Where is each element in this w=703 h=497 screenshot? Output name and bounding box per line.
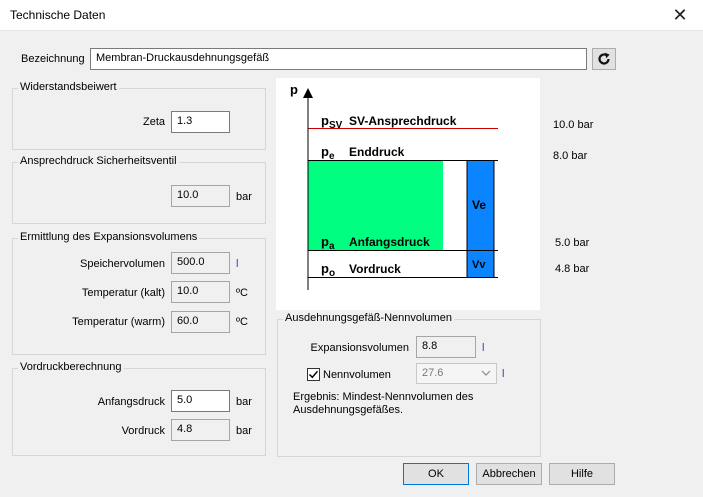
nominal-volume-group-title: Ausdehnungsgefäß-Nennvolumen xyxy=(283,312,454,324)
temp-warm-unit: ºC xyxy=(236,316,248,328)
axis-arrow xyxy=(303,88,313,98)
nominal-volume-group xyxy=(277,319,541,457)
temp-cold-unit: ºC xyxy=(236,287,248,299)
checkmark-icon xyxy=(308,370,319,379)
temp-cold-label: Temperatur (kalt) xyxy=(81,287,165,299)
nominal-volume-checkbox[interactable] xyxy=(307,368,320,381)
nominal-volume-select-value: 27.6 xyxy=(422,367,444,379)
temp-warm-label: Temperatur (warm) xyxy=(72,316,165,328)
prepressure-value: 4.8 bar xyxy=(555,263,590,275)
designation-label: Bezeichnung xyxy=(21,53,85,65)
temp-warm-field: 60.0 xyxy=(171,311,230,333)
prepressure-group xyxy=(12,368,266,456)
safety-valve-unit: bar xyxy=(236,191,252,203)
close-button[interactable]: ✕ xyxy=(657,0,703,31)
result-text: Ergebnis: Mindest-Nennvolumen des Ausdeh… xyxy=(293,391,474,416)
nominal-volume-label[interactable]: Nennvolumen xyxy=(323,369,391,381)
storage-volume-field: 500.0 xyxy=(171,252,230,274)
nominal-volume-unit: l xyxy=(502,368,505,380)
chevron-down-icon xyxy=(481,370,491,376)
resistance-group-title: Widerstandsbeiwert xyxy=(18,81,119,93)
end-pressure-name: Enddruck xyxy=(349,145,405,159)
prepressure-symbol: po xyxy=(321,261,335,279)
prepressure-group-title: Vordruckberechnung xyxy=(18,361,124,373)
help-button[interactable]: Hilfe xyxy=(549,463,615,485)
vv-label: Vv xyxy=(472,259,486,271)
refresh-button[interactable] xyxy=(592,48,616,70)
prepressure-field: 4.8 xyxy=(171,419,230,441)
nominal-volume-select[interactable]: 27.6 xyxy=(416,363,497,384)
axis-label: p xyxy=(290,82,298,97)
sv-pressure-name: SV-Ansprechdruck xyxy=(349,114,457,128)
prepressure-label: Vordruck xyxy=(121,425,165,437)
zeta-input[interactable]: 1.3 xyxy=(171,111,230,133)
sv-pressure-value: 10.0 bar xyxy=(553,119,594,131)
cancel-button[interactable]: Abbrechen xyxy=(476,463,542,485)
prepressure-name: Vordruck xyxy=(349,262,401,276)
storage-volume-label: Speichervolumen xyxy=(80,258,165,270)
initial-pressure-value: 5.0 bar xyxy=(555,237,590,249)
refresh-icon xyxy=(598,52,610,65)
safety-valve-group-title: Ansprechdruck Sicherheitsventil xyxy=(18,155,179,167)
pressure-diagram: p pSV SV-Ansprechdruck pe Enddruck pa An… xyxy=(276,78,540,310)
initial-pressure-label: Anfangsdruck xyxy=(97,396,165,408)
ok-button[interactable]: OK xyxy=(403,463,469,485)
initial-pressure-unit: bar xyxy=(236,396,252,408)
expansion-volume-field: 8.8 xyxy=(416,336,476,358)
close-icon: ✕ xyxy=(672,5,688,25)
expansion-group-title: Ermittlung des Expansionsvolumens xyxy=(18,231,200,243)
initial-pressure-input[interactable]: 5.0 xyxy=(171,390,230,412)
temp-cold-field: 10.0 xyxy=(171,281,230,303)
end-pressure-symbol: pe xyxy=(321,144,335,162)
end-pressure-value: 8.0 bar xyxy=(553,150,588,162)
ve-label: Ve xyxy=(472,198,486,212)
initial-pressure-name: Anfangsdruck xyxy=(349,235,430,249)
title-bar xyxy=(0,0,703,31)
safety-valve-pressure-field: 10.0 xyxy=(171,185,230,207)
expansion-volume-label: Expansionsvolumen xyxy=(310,342,409,354)
prepressure-unit: bar xyxy=(236,425,252,437)
zeta-label: Zeta xyxy=(142,116,165,128)
expansion-volume-unit: l xyxy=(482,342,485,354)
designation-input[interactable]: Membran-Druckausdehnungsgefäß xyxy=(90,48,587,70)
storage-volume-unit: l xyxy=(236,258,239,270)
window-title: Technische Daten xyxy=(10,8,106,22)
